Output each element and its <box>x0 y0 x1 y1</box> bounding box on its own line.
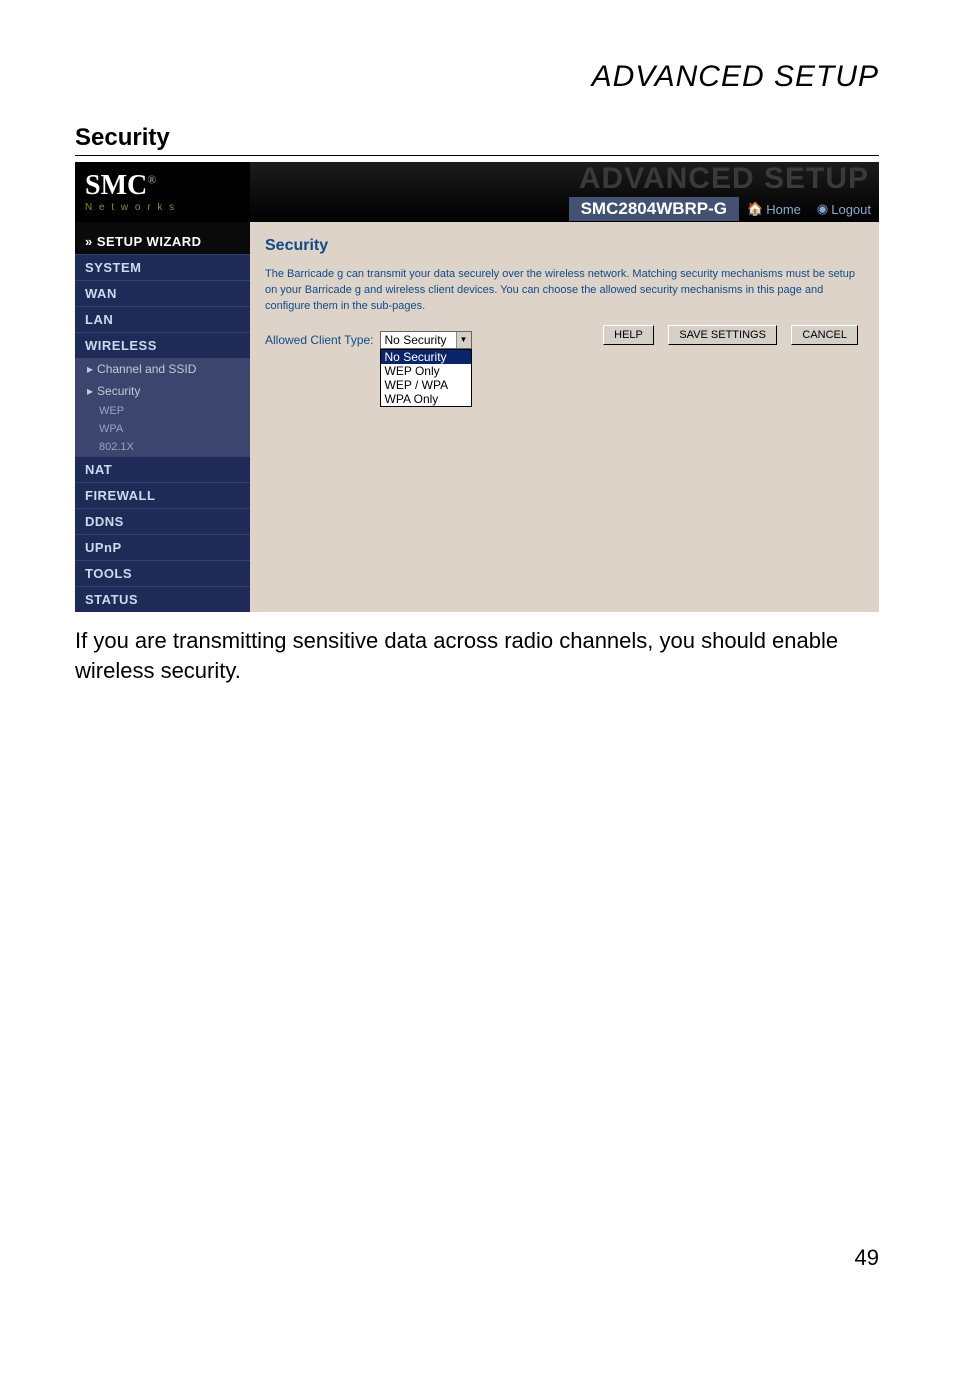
content-description: The Barricade g can transmit your data s… <box>265 267 864 315</box>
sidebar: SMC® N e t w o r k s » SETUP WIZARD SYST… <box>75 162 250 612</box>
nav-wpa[interactable]: WPA <box>75 420 250 438</box>
brand-name: SMC <box>85 170 147 201</box>
nav-upnp[interactable]: UPnP <box>75 534 250 560</box>
nav-wep[interactable]: WEP <box>75 402 250 420</box>
section-heading: Security <box>75 124 879 156</box>
nav-channel-ssid[interactable]: ▸Channel and SSID <box>75 358 250 380</box>
nav-tools[interactable]: TOOLS <box>75 560 250 586</box>
nav-system[interactable]: SYSTEM <box>75 254 250 280</box>
bullet-icon: ▸ <box>87 362 93 376</box>
nav-lan[interactable]: LAN <box>75 306 250 332</box>
brand-subtitle: N e t w o r k s <box>85 202 250 213</box>
cancel-button[interactable]: CANCEL <box>791 325 858 345</box>
logo: SMC® N e t w o r k s <box>75 162 250 222</box>
model-chip: SMC2804WBRP-G <box>569 197 739 221</box>
chevron-down-icon: ▼ <box>456 332 471 348</box>
nav-firewall[interactable]: FIREWALL <box>75 482 250 508</box>
nav-setup-wizard[interactable]: » SETUP WIZARD <box>75 222 250 254</box>
logout-icon: ◉ <box>817 201 828 217</box>
nav-wan[interactable]: WAN <box>75 280 250 306</box>
option-wep-only[interactable]: WEP Only <box>381 364 471 378</box>
allowed-client-type-select[interactable]: No Security ▼ No Security WEP Only WEP /… <box>380 331 472 349</box>
bullet-icon: ▸ <box>87 384 93 398</box>
content-area: Security The Barricade g can transmit yo… <box>250 222 879 409</box>
nav-security[interactable]: ▸Security <box>75 380 250 402</box>
save-settings-button[interactable]: SAVE SETTINGS <box>668 325 777 345</box>
help-button[interactable]: HELP <box>603 325 654 345</box>
registered-icon: ® <box>147 172 156 186</box>
top-banner: ADVANCED SETUP SMC2804WBRP-G 🏠 Home ◉ Lo… <box>250 162 879 222</box>
option-wep-wpa[interactable]: WEP / WPA <box>381 378 471 392</box>
nav-nat[interactable]: NAT <box>75 456 250 482</box>
content-title: Security <box>265 237 864 255</box>
nav-8021x[interactable]: 802.1X <box>75 438 250 456</box>
option-no-security[interactable]: No Security <box>381 350 471 364</box>
select-dropdown[interactable]: No Security WEP Only WEP / WPA WPA Only <box>380 349 472 407</box>
logout-link[interactable]: ◉ Logout <box>809 201 879 217</box>
nav-wireless[interactable]: WIRELESS <box>75 332 250 358</box>
router-admin-screenshot: SMC® N e t w o r k s » SETUP WIZARD SYST… <box>75 162 879 612</box>
option-wpa-only[interactable]: WPA Only <box>381 392 471 406</box>
main-panel: ADVANCED SETUP SMC2804WBRP-G 🏠 Home ◉ Lo… <box>250 162 879 612</box>
home-link[interactable]: 🏠 Home <box>739 201 809 217</box>
select-value: No Security <box>385 333 447 347</box>
allowed-client-type-label: Allowed Client Type: <box>265 331 374 347</box>
home-icon: 🏠 <box>747 201 763 217</box>
page-title: ADVANCED SETUP <box>75 60 879 94</box>
nav-status[interactable]: STATUS <box>75 586 250 612</box>
body-text: If you are transmitting sensitive data a… <box>75 626 879 685</box>
page-number: 49 <box>75 1245 879 1271</box>
banner-ghost-title: ADVANCED SETUP <box>579 162 869 196</box>
nav-ddns[interactable]: DDNS <box>75 508 250 534</box>
